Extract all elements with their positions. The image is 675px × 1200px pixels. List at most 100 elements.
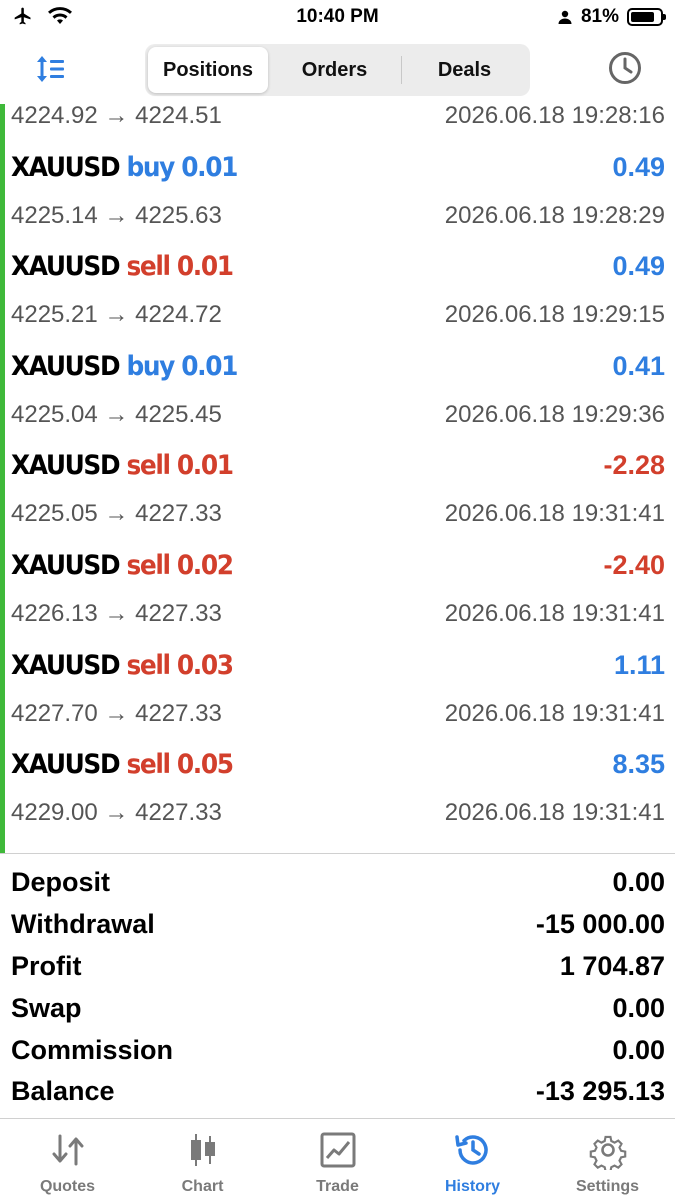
deal-symbol: XAUUSD xyxy=(11,251,121,283)
summary-value: 0.00 xyxy=(612,1034,665,1065)
tab-orders[interactable]: Orders xyxy=(268,47,401,93)
summary-value: 0.00 xyxy=(612,992,665,1023)
tab-chart[interactable]: Chart xyxy=(135,1120,270,1200)
deal-row[interactable]: XAUUSD buy 0.01 0.41 4225.04 → 4225.45 2026… xyxy=(5,343,675,443)
deal-time: 2026.06.18 19:29:15 xyxy=(444,301,665,329)
deal-prices: 4225.04 → 4225.45 xyxy=(11,400,222,428)
deal-detail-line: 4225.05 → 4227.33 2026.06.18 19:31:41 xyxy=(11,500,665,530)
deal-row[interactable]: XAUUSD sell 0.01 0.49 4225.21 → 4224.72 202… xyxy=(5,243,675,343)
deal-prices: 4227.70 → 4227.33 xyxy=(11,699,222,727)
deal-direction: sell xyxy=(126,649,171,681)
deal-volume: 0.01 xyxy=(181,151,238,183)
deal-volume: 0.05 xyxy=(176,749,234,781)
deal-row[interactable]: XAUUSD sell 0.02 -2.40 4226.13 → 4227.33 20… xyxy=(5,542,675,642)
history-mode-segmented-control: Positions Orders Deals xyxy=(145,44,530,96)
summary-label: Balance xyxy=(11,1076,115,1107)
tab-label: Quotes xyxy=(39,1178,96,1195)
deal-detail-line: 4225.21 → 4224.72 2026.06.18 19:29:15 xyxy=(11,301,665,331)
deal-profit: 0.49 xyxy=(612,251,665,282)
settings-icon xyxy=(589,1135,626,1170)
status-bar: 10:40 PM 81% xyxy=(0,0,675,36)
summary-row-commission: Commission 0.00 xyxy=(0,1029,675,1071)
deal-row[interactable]: XAUUSD sell 0.01 -2.28 4225.05 → 4227.33 20… xyxy=(5,442,675,542)
deal-header-line: XAUUSD sell 0.01 0.49 xyxy=(11,251,665,291)
deal-title: XAUUSD sell 0.01 xyxy=(11,450,234,482)
deal-detail-line: 4227.70 → 4227.33 2026.06.18 19:31:41 xyxy=(11,700,665,730)
battery-level xyxy=(631,12,654,22)
deal-title: XAUUSD sell 0.05 xyxy=(11,749,234,781)
clock-icon xyxy=(609,52,641,84)
deal-row[interactable]: XAUUSD sell 0.03 1.11 4227.70 → 4227.33 202… xyxy=(5,642,675,742)
deal-header-line: XAUUSD buy 0.01 0.41 xyxy=(11,351,665,391)
deal-detail-line: 4225.14 → 4225.63 2026.06.18 19:28:29 xyxy=(11,202,665,232)
deal-list: 4224.92 → 4224.51 2026.06.18 19:28:16 XAUU… xyxy=(0,104,675,853)
quotes-icon xyxy=(52,1134,83,1166)
bottom-tab-bar: Quotes Chart Trade History Settings xyxy=(0,1120,675,1200)
tab-trade[interactable]: Trade xyxy=(270,1120,405,1200)
deal-prices: 4225.14 → 4225.63 xyxy=(11,201,222,229)
deal-title: XAUUSD sell 0.03 xyxy=(11,649,234,681)
trade-icon xyxy=(320,1132,355,1168)
deal-profit: 0.49 xyxy=(612,151,665,182)
status-right: 81% xyxy=(557,6,666,28)
deal-row[interactable]: XAUUSD sell 0.05 8.35 4229.00 → 4227.33 202… xyxy=(5,741,675,841)
tab-deals[interactable]: Deals xyxy=(402,47,527,93)
deal-detail-line: 4229.00 → 4227.33 2026.06.18 19:31:41 xyxy=(11,799,665,829)
deal-detail-line: 4226.13 → 4227.33 2026.06.18 19:31:41 xyxy=(11,600,665,630)
summary-label: Profit xyxy=(11,950,82,981)
deal-volume: 0.02 xyxy=(176,549,234,581)
history-icon xyxy=(454,1135,488,1165)
deal-volume: 0.01 xyxy=(181,350,238,382)
deal-time: 2026.06.18 19:28:16 xyxy=(444,104,665,129)
deal-direction: sell xyxy=(126,749,171,781)
summary-value: 1 704.87 xyxy=(559,950,665,981)
summary-label: Swap xyxy=(11,992,82,1023)
summary-row-withdrawal: Withdrawal -15 000.00 xyxy=(0,904,675,946)
deal-prices: 4226.13 → 4227.33 xyxy=(11,599,222,627)
deal-time: 2026.06.18 19:31:41 xyxy=(444,699,665,727)
deal-list-inner: 4224.92 → 4224.51 2026.06.18 19:28:16 XAUU… xyxy=(5,104,675,841)
person-icon xyxy=(558,10,572,24)
tab-quotes[interactable]: Quotes xyxy=(0,1120,135,1200)
deal-header-line: XAUUSD sell 0.01 -2.28 xyxy=(11,450,665,490)
sort-button[interactable] xyxy=(34,52,68,86)
summary-row-deposit: Deposit 0.00 xyxy=(0,862,675,904)
deal-profit: -2.28 xyxy=(603,450,665,481)
deal-time: 2026.06.18 19:31:41 xyxy=(444,599,665,627)
deal-title: XAUUSD buy 0.01 xyxy=(11,151,238,183)
deal-row[interactable]: 4224.92 → 4224.51 2026.06.18 19:28:16 xyxy=(5,104,675,144)
deal-title: XAUUSD sell 0.02 xyxy=(11,549,234,581)
account-summary: Deposit 0.00 Withdrawal -15 000.00 Profi… xyxy=(0,853,675,1119)
deal-row[interactable]: XAUUSD buy 0.01 0.49 4225.14 → 4225.63 2026… xyxy=(5,144,675,244)
summary-label: Deposit xyxy=(11,867,111,898)
tab-label: Settings xyxy=(575,1178,640,1195)
summary-value: -13 295.13 xyxy=(535,1076,665,1107)
deal-time: 2026.06.18 19:28:29 xyxy=(444,201,665,229)
battery-percent: 81% xyxy=(580,6,619,27)
summary-value: -15 000.00 xyxy=(535,909,665,940)
tab-positions[interactable]: Positions xyxy=(148,47,268,93)
deal-detail-line: 4225.04 → 4225.45 2026.06.18 19:29:36 xyxy=(11,401,665,431)
deal-time: 2026.06.18 19:29:36 xyxy=(444,400,665,428)
deal-direction: buy xyxy=(126,151,175,183)
deal-volume: 0.03 xyxy=(176,649,234,681)
tab-label: History xyxy=(444,1178,501,1195)
summary-row-profit: Profit 1 704.87 xyxy=(0,946,675,988)
deal-profit: 1.11 xyxy=(613,649,665,680)
deal-profit: -2.40 xyxy=(603,549,665,580)
deal-header-line: XAUUSD buy 0.01 0.49 xyxy=(11,152,665,192)
deal-profit: 0.41 xyxy=(612,350,665,381)
period-filter-button[interactable] xyxy=(607,50,643,86)
tab-history[interactable]: History xyxy=(405,1120,540,1200)
deal-direction: sell xyxy=(126,450,171,482)
deal-time: 2026.06.18 19:31:41 xyxy=(444,799,665,827)
history-toolbar: Positions Orders Deals xyxy=(0,38,675,100)
battery-cap xyxy=(663,14,666,20)
summary-row-balance: Balance -13 295.13 xyxy=(0,1071,675,1113)
deal-prices: 4229.00 → 4227.33 xyxy=(11,799,222,827)
tab-settings[interactable]: Settings xyxy=(540,1120,675,1200)
deal-title: XAUUSD buy 0.01 xyxy=(11,350,238,382)
deal-direction: buy xyxy=(126,350,175,382)
tab-label: Chart xyxy=(181,1178,224,1195)
deal-direction: sell xyxy=(126,549,171,581)
